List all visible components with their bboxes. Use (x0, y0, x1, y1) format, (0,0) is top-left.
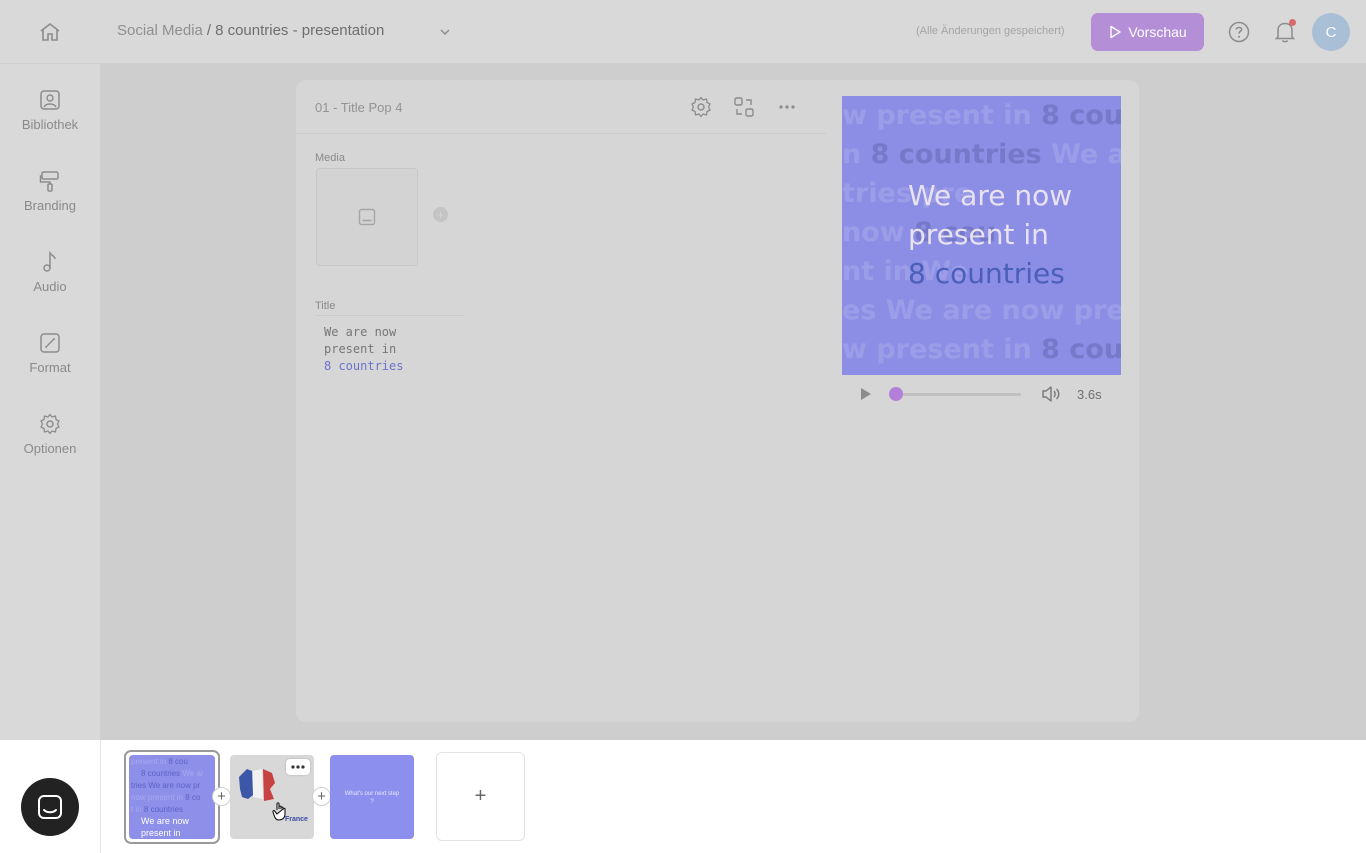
slide-caption: What's our next step ? (344, 791, 400, 805)
saved-status: (Alle Änderungen gespeichert) (916, 25, 1065, 37)
breadcrumb-folder[interactable]: Social Media (117, 22, 203, 39)
more-horizontal-icon (779, 105, 795, 109)
chat-support-button[interactable] (21, 778, 79, 836)
title-line: We are now (324, 325, 397, 339)
breadcrumb: Social Media / 8 countries - presentatio… (117, 22, 384, 39)
add-slide-button[interactable]: + (436, 752, 525, 841)
gear-icon (40, 413, 60, 435)
breadcrumb-separator: / (206, 22, 212, 39)
insert-slide-button[interactable]: + (212, 787, 231, 806)
play-icon (1110, 25, 1122, 39)
sidebar-item-format[interactable]: Format (0, 332, 100, 392)
help-icon (1228, 21, 1250, 43)
breadcrumb-project[interactable]: 8 countries - presentation (215, 22, 384, 39)
title-input[interactable]: We are now present in 8 countries (324, 324, 464, 375)
project-menu-button[interactable] (437, 24, 453, 40)
preview-headline-highlight: 8 countries (908, 257, 1065, 290)
sidebar-item-optionen[interactable]: Optionen (0, 413, 100, 473)
preview-headline-line: present in (908, 218, 1049, 251)
preview-headline-line: We are now (908, 179, 1073, 212)
slide-more-button[interactable] (286, 759, 310, 775)
play-icon (861, 388, 871, 400)
slide-mini-text: 8 countries We ar (141, 769, 204, 778)
notification-badge (1289, 19, 1296, 26)
playback-scrubber[interactable] (889, 387, 903, 401)
slide-mini-text: now present in 8 co (131, 793, 201, 802)
sidebar-item-branding[interactable]: Branding (0, 170, 100, 230)
title-line-highlight: 8 countries (324, 359, 404, 373)
slide-caption-line: present in (141, 828, 181, 838)
preview-bg-text: es We are now prese (842, 295, 1121, 326)
scene-title: 01 - Title Pop 4 (315, 100, 403, 115)
preview-bg-text: w present in 8 coun (842, 100, 1121, 131)
scene-more-button[interactable] (776, 96, 798, 118)
sidebar-item-label: Optionen (23, 441, 77, 456)
resize-icon (40, 333, 60, 353)
scene-settings-button[interactable] (690, 96, 712, 118)
preview-headline: We are now present in 8 countries (908, 176, 1072, 293)
gear-icon (691, 96, 711, 118)
library-icon (40, 90, 60, 110)
title-label: Title (315, 300, 336, 312)
swap-icon (734, 97, 754, 117)
preview-button[interactable]: Vorschau (1091, 13, 1204, 51)
sidebar-item-bibliothek[interactable]: Bibliothek (0, 89, 100, 149)
paint-roller-icon (39, 171, 59, 192)
user-avatar[interactable]: C (1312, 13, 1350, 51)
add-media-button[interactable]: + (433, 207, 448, 222)
insert-slide-button[interactable]: + (312, 787, 331, 806)
home-icon (40, 22, 60, 41)
volume-button[interactable] (1041, 385, 1061, 403)
sidebar-item-label: Branding (23, 198, 77, 213)
sidebar-item-audio[interactable]: Audio (0, 251, 100, 311)
sidebar-item-label: Format (29, 360, 71, 375)
preview-label: Vorschau (1128, 24, 1187, 40)
chat-icon (38, 795, 62, 819)
divider (316, 315, 464, 316)
more-horizontal-icon (291, 765, 305, 769)
image-placeholder-icon (358, 208, 376, 226)
slide-thumbnail-1[interactable]: present in 8 cou 8 countries We ar tries… (129, 755, 215, 839)
preview-bg-text: w present in 8 coun (842, 334, 1121, 365)
sidebar-item-label: Bibliothek (21, 117, 79, 132)
slide-thumbnail-3[interactable]: What's our next step ? (330, 755, 414, 839)
slide-caption: We are now present in (141, 815, 189, 839)
volume-icon (1042, 386, 1060, 402)
chevron-down-icon (440, 29, 450, 36)
preview-bg-text: n 8 countries We ar (842, 139, 1121, 170)
home-button[interactable] (34, 18, 66, 46)
duration-label: 3.6s (1077, 387, 1102, 402)
slide-caption-line: We are now (141, 816, 189, 826)
playback-track[interactable] (896, 393, 1021, 396)
play-button[interactable] (858, 386, 874, 402)
sidebar: Bibliothek Branding Audio Format Optione… (0, 64, 101, 853)
slide-mini-text: present in 8 cou (131, 757, 188, 766)
media-label: Media (315, 152, 345, 164)
video-preview[interactable]: w present in 8 coun n 8 countries We ar … (842, 96, 1121, 375)
title-line: present in (324, 342, 397, 356)
hand-cursor-icon (272, 802, 286, 821)
slide-mini-text: tries We are now pr (131, 781, 201, 790)
music-note-icon (43, 251, 56, 272)
help-button[interactable] (1227, 20, 1251, 44)
slide-mini-text: t in 8 countries (131, 805, 184, 814)
slide-caption: France (285, 816, 308, 823)
sidebar-item-label: Audio (33, 279, 67, 294)
swap-template-button[interactable] (733, 96, 755, 118)
media-slot[interactable] (316, 168, 418, 266)
